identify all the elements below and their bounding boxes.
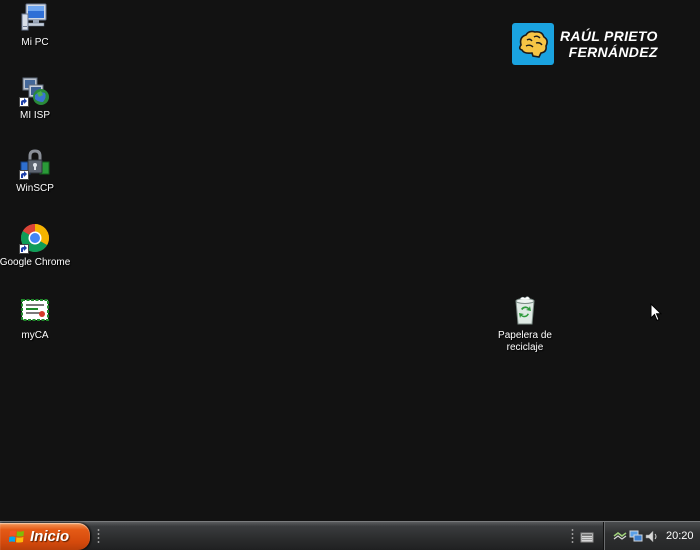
windows-logo-icon bbox=[9, 529, 25, 545]
desktop-icon-mi-isp[interactable]: MI ISP bbox=[0, 75, 73, 122]
taskbar: Inicio 20:20 bbox=[0, 521, 700, 550]
taskbar-grip[interactable] bbox=[97, 528, 100, 544]
recycle-bin-icon bbox=[509, 295, 541, 327]
speaker-icon[interactable] bbox=[645, 530, 659, 543]
shortcut-arrow-icon bbox=[19, 97, 29, 107]
desktop-icon-myca[interactable]: myCA bbox=[0, 295, 73, 342]
desktop-icon-winscp[interactable]: WinSCP bbox=[0, 148, 73, 195]
desktop-icon-label: Google Chrome bbox=[0, 257, 71, 268]
chrome-icon bbox=[19, 222, 51, 254]
brand-logo: RAÚL PRIETO FERNÁNDEZ bbox=[512, 23, 658, 65]
desktop-icon-google-chrome[interactable]: Google Chrome bbox=[0, 222, 73, 269]
desktop: Mi PC MI ISP WinSCP Google Chrome myCA P… bbox=[0, 0, 700, 521]
brand-logo-line1: RAÚL PRIETO bbox=[560, 28, 658, 44]
show-desktop-icon[interactable] bbox=[580, 531, 594, 543]
network-globe-icon bbox=[19, 75, 51, 107]
desktop-icon-label: MI ISP bbox=[19, 110, 50, 121]
brain-icon bbox=[512, 23, 554, 65]
taskbar-grip[interactable] bbox=[571, 528, 574, 544]
desktop-icon-label: Papelera de reciclaje bbox=[498, 330, 552, 353]
desktop-icon-label: Mi PC bbox=[21, 37, 49, 48]
certificate-icon bbox=[19, 295, 51, 327]
winscp-icon bbox=[19, 148, 51, 180]
network-monitor-icon[interactable] bbox=[629, 530, 643, 543]
start-button[interactable]: Inicio bbox=[0, 523, 90, 550]
mouse-cursor-icon bbox=[650, 302, 663, 327]
desktop-icon-label: myCA bbox=[21, 330, 49, 341]
brand-logo-line2: FERNÁNDEZ bbox=[568, 44, 658, 60]
shortcut-arrow-icon bbox=[19, 170, 29, 180]
system-tray: 20:20 bbox=[603, 522, 700, 550]
brand-logo-text: RAÚL PRIETO FERNÁNDEZ bbox=[560, 28, 658, 60]
desktop-icon-mi-pc[interactable]: Mi PC bbox=[0, 2, 73, 49]
clock[interactable]: 20:20 bbox=[666, 529, 694, 543]
start-button-label: Inicio bbox=[30, 528, 70, 545]
desktop-icon-label: WinSCP bbox=[16, 183, 54, 194]
taskbar-task-area[interactable] bbox=[104, 524, 564, 548]
computer-icon bbox=[19, 2, 51, 34]
shortcut-arrow-icon bbox=[19, 244, 29, 254]
network-cable-icon[interactable] bbox=[613, 530, 627, 543]
desktop-icon-recycle-bin[interactable]: Papelera de reciclaje bbox=[487, 295, 563, 354]
